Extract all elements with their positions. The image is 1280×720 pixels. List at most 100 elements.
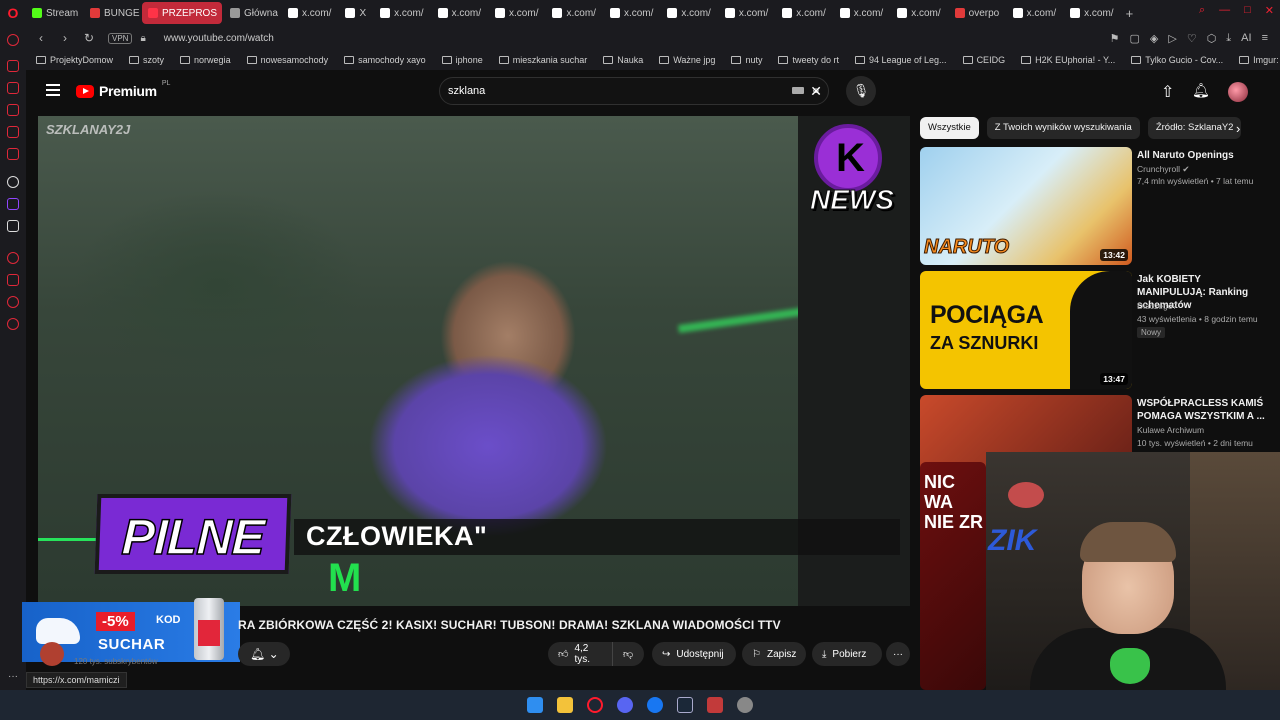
bookmark-item[interactable]: tweety do rt	[778, 55, 839, 65]
browser-tab[interactable]: x.com/	[1064, 2, 1119, 24]
thumbnail[interactable]: POCIĄGA ZA SZNURKI 13:47	[920, 271, 1132, 389]
chatgpt-icon[interactable]	[7, 176, 19, 188]
browser-tab[interactable]: overpo	[949, 2, 1005, 24]
recommendation-item[interactable]: NARUTO 13:42 All Naruto Openings Crunchy…	[920, 147, 1270, 265]
back-icon[interactable]: ‹	[32, 31, 50, 45]
bookmark-item[interactable]: norwegia	[180, 55, 231, 65]
flow-icon[interactable]	[7, 104, 19, 116]
rec-title[interactable]: All Naruto Openings	[1137, 149, 1265, 162]
rec-channel[interactable]: Dlaczego?	[1137, 301, 1177, 311]
thumbnail[interactable]: NARUTO 13:42	[920, 147, 1132, 265]
browser-tab[interactable]: x.com/	[546, 2, 601, 24]
ai-icon[interactable]: AI	[1241, 32, 1251, 45]
maximize-icon[interactable]: □	[1244, 4, 1251, 17]
reload-icon[interactable]: ↻	[80, 31, 98, 45]
browser-tab[interactable]: x.com/	[891, 2, 946, 24]
facebook-icon[interactable]	[647, 697, 663, 713]
browser-tab[interactable]: x.com/	[374, 2, 429, 24]
downloads-sidebar-icon[interactable]	[7, 274, 19, 286]
shield-app-icon[interactable]	[707, 697, 723, 713]
extensions-icon[interactable]: ⬡	[1207, 32, 1217, 45]
bookmark-icon[interactable]: ⚑	[1110, 32, 1120, 45]
history-icon[interactable]	[7, 252, 19, 264]
obs-icon[interactable]	[737, 697, 753, 713]
steam-icon[interactable]	[677, 697, 693, 713]
bookmark-item[interactable]: H2K EUphoria! - Y...	[1021, 55, 1115, 65]
messenger-icon[interactable]	[7, 126, 19, 138]
new-tab-icon[interactable]: +	[1126, 6, 1134, 21]
opera-logo-icon[interactable]: O	[0, 0, 26, 26]
avatar[interactable]	[1228, 82, 1248, 102]
browser-tab[interactable]: x.com/	[661, 2, 716, 24]
menu-icon[interactable]: ≡	[1262, 32, 1268, 45]
download-icon[interactable]: ⤓	[1226, 32, 1231, 45]
windows-start-icon[interactable]	[527, 697, 543, 713]
bookmark-item[interactable]: iphone	[441, 55, 483, 65]
discord-icon[interactable]	[617, 697, 633, 713]
notifications-bell-icon[interactable]: 🔔︎	[1192, 82, 1210, 99]
download-button[interactable]: ⤓ Pobierz	[812, 642, 882, 666]
upload-icon[interactable]: ⇧	[1161, 82, 1174, 102]
channel-avatar[interactable]	[40, 642, 64, 666]
microphone-icon[interactable]: 🎙︎	[846, 76, 876, 106]
bookmark-item[interactable]: Tylko Gucio - Cov...	[1131, 55, 1223, 65]
browser-tab[interactable]: x.com/	[432, 2, 487, 24]
player-icon[interactable]: ▷	[1168, 32, 1176, 45]
recommendation-item[interactable]: POCIĄGA ZA SZNURKI 13:47 Jak KOBIETY MAN…	[920, 271, 1270, 389]
menu-hamburger-icon[interactable]	[46, 84, 60, 96]
browser-tab[interactable]: Stream	[26, 2, 82, 24]
rec-channel[interactable]: Kulawe Archiwum	[1137, 425, 1204, 435]
browser-tab[interactable]: Główna	[224, 2, 280, 24]
share-button[interactable]: ↪ Udostępnij	[652, 642, 736, 666]
thumbnail[interactable]: NIC WA NIE ZR	[920, 462, 986, 690]
browser-tab[interactable]: x.com/	[1007, 2, 1062, 24]
browser-tab[interactable]: BUNGE	[84, 2, 140, 24]
search-icon[interactable]: ⌕	[802, 77, 830, 105]
url-field[interactable]: www.youtube.com/watch	[164, 33, 274, 44]
settings-icon[interactable]	[7, 318, 19, 330]
x-icon[interactable]	[7, 220, 19, 232]
close-window-icon[interactable]: ✕	[1265, 4, 1274, 17]
browser-tab[interactable]: x.com/	[282, 2, 337, 24]
browser-tab[interactable]: X	[339, 2, 372, 24]
save-button[interactable]: ⚐ Zapisz	[742, 642, 806, 666]
chevron-right-icon[interactable]: ›	[1236, 121, 1240, 136]
filter-chip[interactable]: Źródło: SzklanaY2	[1147, 117, 1242, 139]
opera-taskbar-icon[interactable]	[587, 697, 603, 713]
heart-icon[interactable]: ♡	[1187, 32, 1197, 45]
bookmark-item[interactable]: nowesamochody	[246, 55, 328, 65]
chat-icon[interactable]	[7, 82, 19, 94]
bookmark-item[interactable]: CEIDG	[962, 55, 1005, 65]
browser-tab[interactable]: x.com/	[489, 2, 544, 24]
bookmark-item[interactable]: ProjektyDomow	[36, 55, 113, 65]
browser-tab[interactable]: x.com/	[719, 2, 774, 24]
minimize-icon[interactable]: —	[1219, 4, 1230, 17]
search-tabs-icon[interactable]: ⌕	[1199, 4, 1205, 17]
bookmark-item[interactable]: szoty	[129, 55, 164, 65]
bookmark-item[interactable]: samochody xayo	[344, 55, 426, 65]
bookmark-item[interactable]: mieszkania suchar	[498, 55, 587, 65]
bookmark-item[interactable]: Imgur: The most a...	[1239, 55, 1280, 65]
search-input[interactable]: szklana ✕	[439, 77, 829, 105]
shield-icon[interactable]: ◈	[1150, 32, 1158, 45]
bookmark-item[interactable]: Ważne jpg	[659, 55, 715, 65]
like-button[interactable]: 👍︎ 4,2 tys.	[548, 642, 612, 666]
snapshot-icon[interactable]: ▢	[1129, 32, 1139, 45]
subscription-bell-button[interactable]: 🔔︎ ⌄	[238, 642, 290, 666]
video-player[interactable]: SZKLANAY2J NEWS PILNE CZŁOWIEKA" M	[38, 116, 910, 606]
vpn-badge[interactable]: VPN	[108, 32, 133, 44]
bookmark-item[interactable]: 94 League of Leg...	[854, 55, 947, 65]
filter-chip[interactable]: Z Twoich wyników wyszukiwania	[986, 117, 1140, 139]
rec-title[interactable]: WSPÓŁPRACLESS KAMIŚ POMAGA WSZYSTKIM A .…	[1137, 397, 1265, 423]
more-actions-button[interactable]: ···	[886, 642, 910, 666]
filter-chip[interactable]: Wszystkie	[920, 117, 979, 139]
shopping-icon[interactable]	[7, 60, 19, 72]
forward-icon[interactable]: ›	[56, 31, 74, 45]
rec-channel[interactable]: Crunchyroll ✔	[1137, 164, 1190, 175]
vpn-sidebar-icon[interactable]	[7, 296, 19, 308]
twitch-icon[interactable]	[7, 198, 19, 210]
browser-tab[interactable]: x.com/	[604, 2, 659, 24]
file-explorer-icon[interactable]	[557, 697, 573, 713]
browser-tab[interactable]: x.com/	[776, 2, 831, 24]
youtube-premium-logo[interactable]: Premium PL	[76, 80, 170, 99]
